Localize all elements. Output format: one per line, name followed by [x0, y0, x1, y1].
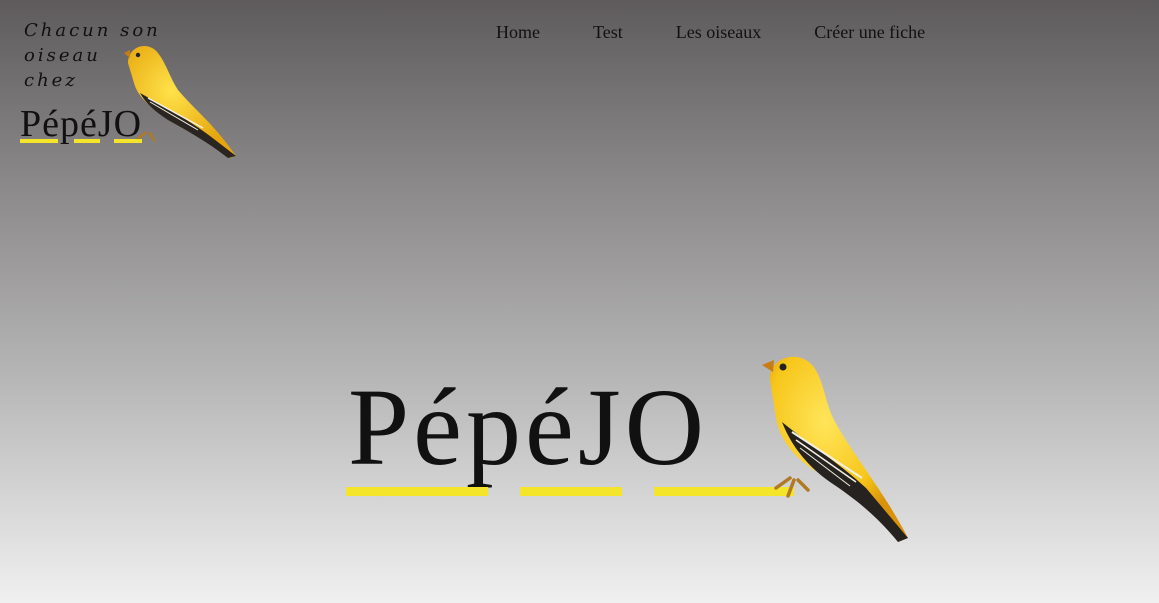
main-nav: Home Test Les oiseaux Créer une fiche — [484, 20, 966, 45]
header-logo[interactable]: Chacun son oiseau chez PépéJO — [18, 14, 248, 164]
nav-test-link[interactable]: Test — [581, 20, 635, 45]
canary-bird-icon — [124, 45, 236, 158]
logo-underline-2 — [74, 139, 100, 143]
hero-underline-2 — [520, 487, 622, 496]
nav-create-sheet-link[interactable]: Créer une fiche — [802, 20, 937, 45]
hero-underline-1 — [346, 487, 488, 496]
hero-logo: PépéJO — [340, 350, 920, 550]
nav-home-link[interactable]: Home — [484, 20, 552, 45]
canary-bird-icon-large — [762, 356, 908, 542]
hero-brand-text: PépéJO — [348, 366, 709, 488]
nav-birds-link[interactable]: Les oiseaux — [664, 20, 773, 45]
logo-underline-1 — [20, 139, 58, 143]
